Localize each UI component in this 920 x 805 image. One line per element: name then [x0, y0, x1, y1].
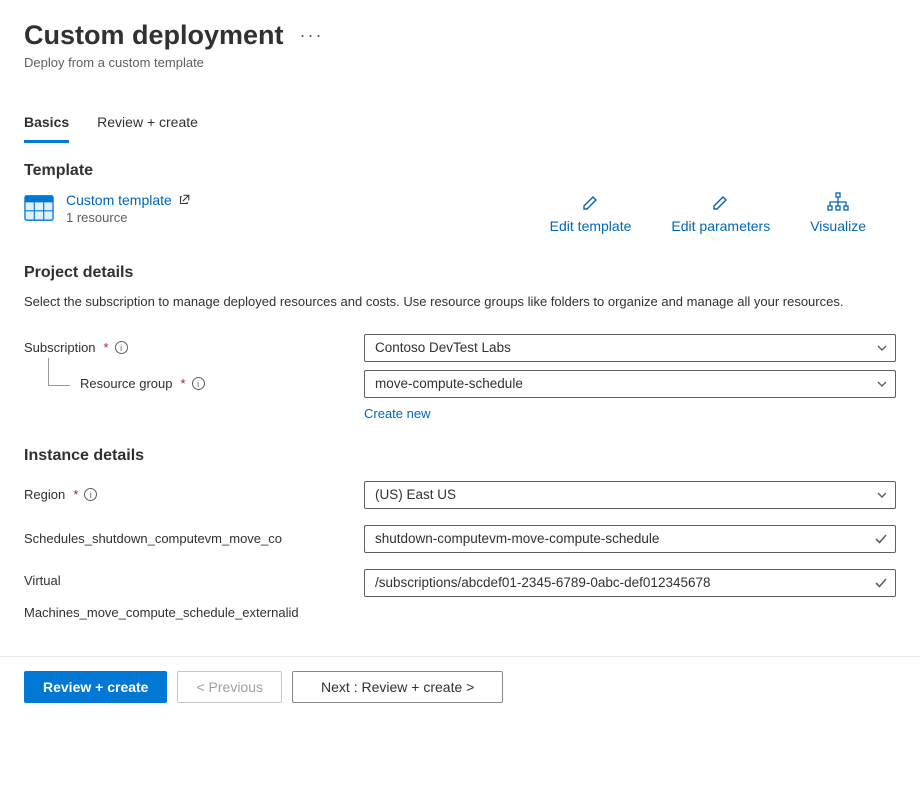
instance-details-heading: Instance details: [24, 447, 896, 465]
project-details-description: Select the subscription to manage deploy…: [24, 292, 894, 312]
visualize-icon: [827, 192, 849, 212]
create-new-link[interactable]: Create new: [364, 406, 896, 421]
required-asterisk: *: [73, 487, 78, 502]
edit-template-label: Edit template: [550, 218, 632, 234]
check-icon: [874, 576, 888, 590]
vm-externalid-label: Virtual: [24, 569, 364, 588]
open-external-icon: [179, 193, 191, 205]
visualize-button[interactable]: Visualize: [810, 192, 866, 234]
custom-template-link-text: Custom template: [66, 192, 172, 208]
template-resource-count: 1 resource: [66, 210, 191, 225]
subscription-label: Subscription* i: [24, 340, 364, 355]
edit-icon: [581, 192, 601, 212]
page-title: Custom deployment: [24, 20, 284, 51]
info-icon[interactable]: i: [84, 488, 97, 501]
resource-group-select[interactable]: move-compute-schedule: [364, 370, 896, 398]
project-details-heading: Project details: [24, 264, 896, 282]
region-select[interactable]: (US) East US: [364, 481, 896, 509]
page-subtitle: Deploy from a custom template: [24, 55, 896, 70]
region-label: Region* i: [24, 487, 364, 502]
visualize-label: Visualize: [810, 218, 866, 234]
info-icon[interactable]: i: [115, 341, 128, 354]
edit-parameters-label: Edit parameters: [671, 218, 770, 234]
footer: Review + create < Previous Next : Review…: [0, 656, 920, 717]
custom-template-link[interactable]: Custom template: [66, 192, 191, 208]
template-icon: [24, 194, 54, 222]
tab-review-create[interactable]: Review + create: [97, 106, 198, 143]
review-create-button[interactable]: Review + create: [24, 671, 167, 703]
schedules-name-input[interactable]: [364, 525, 896, 553]
indent-connector: [48, 358, 70, 386]
vm-externalid-input[interactable]: [364, 569, 896, 597]
required-asterisk: *: [104, 340, 109, 355]
resource-group-label: Resource group* i: [24, 376, 364, 391]
edit-parameters-button[interactable]: Edit parameters: [671, 192, 770, 234]
schedules-name-label: Schedules_shutdown_computevm_move_co: [24, 531, 364, 546]
tab-basics[interactable]: Basics: [24, 106, 69, 143]
next-button[interactable]: Next : Review + create >: [292, 671, 503, 703]
vm-externalid-label-cont: Machines_move_compute_schedule_externali…: [24, 605, 896, 620]
info-icon[interactable]: i: [192, 377, 205, 390]
check-icon: [874, 532, 888, 546]
template-heading: Template: [24, 162, 896, 180]
tabs: Basics Review + create: [24, 106, 896, 144]
required-asterisk: *: [181, 376, 186, 391]
edit-icon: [711, 192, 731, 212]
more-icon[interactable]: ···: [300, 25, 324, 46]
subscription-select[interactable]: Contoso DevTest Labs: [364, 334, 896, 362]
edit-template-button[interactable]: Edit template: [550, 192, 632, 234]
previous-button: < Previous: [177, 671, 282, 703]
